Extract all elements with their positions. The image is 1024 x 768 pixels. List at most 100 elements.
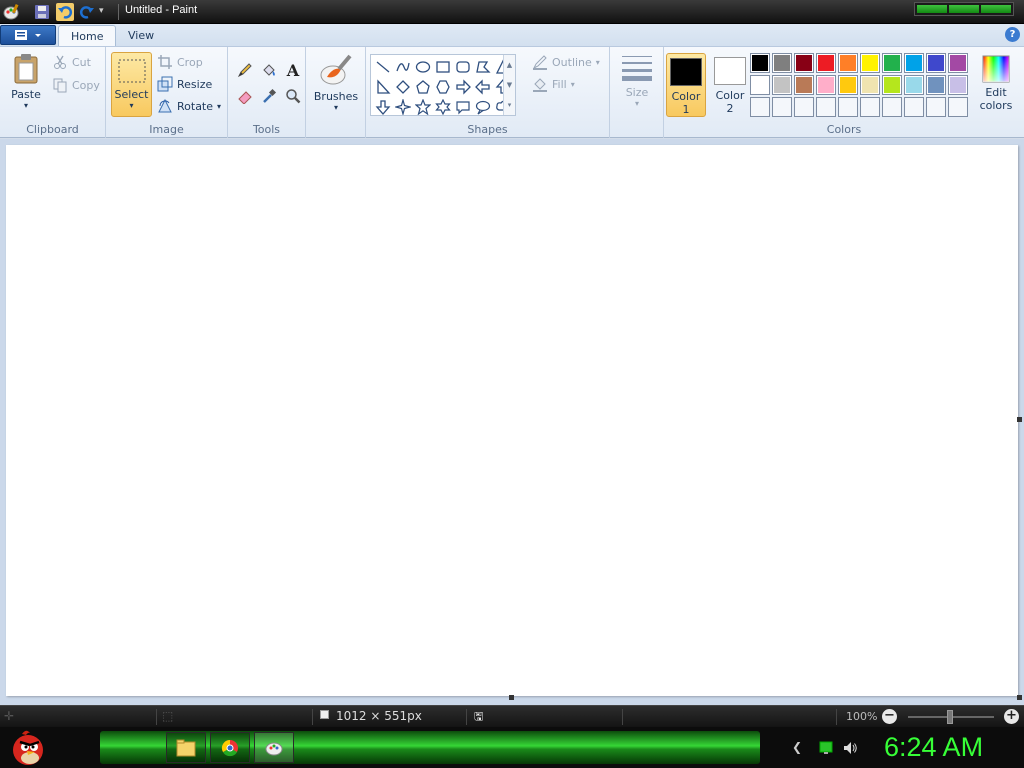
text-icon[interactable]: A [282, 59, 304, 81]
custom-color-slot[interactable] [882, 97, 902, 117]
line-shape-icon[interactable] [373, 57, 393, 77]
select-button[interactable]: Select ▾ [111, 52, 152, 117]
diamond-shape-icon[interactable] [393, 77, 413, 97]
fill-button[interactable]: Fill ▾ [532, 74, 575, 94]
maximize-button[interactable] [949, 5, 979, 13]
cut-button[interactable]: Cut [52, 52, 91, 72]
polygon-shape-icon[interactable] [473, 57, 493, 77]
custom-color-slot[interactable] [860, 97, 880, 117]
palette-swatch[interactable] [926, 53, 946, 73]
brushes-dropdown-icon[interactable]: ▾ [312, 103, 360, 112]
drawing-canvas[interactable] [6, 145, 1018, 696]
window-controls[interactable] [914, 2, 1014, 16]
fill-bucket-icon[interactable] [258, 59, 280, 81]
zoom-slider-thumb[interactable] [947, 710, 953, 724]
resize-handle-corner[interactable] [1017, 695, 1022, 700]
brushes-button[interactable]: Brushes ▾ [312, 53, 360, 112]
rounded-rectangle-shape-icon[interactable] [453, 57, 473, 77]
outline-dropdown-icon[interactable]: ▾ [596, 58, 600, 67]
palette-swatch[interactable] [904, 53, 924, 73]
palette-swatch[interactable] [926, 75, 946, 95]
undo-icon[interactable] [56, 3, 74, 21]
palette-swatch[interactable] [882, 75, 902, 95]
right-triangle-shape-icon[interactable] [373, 77, 393, 97]
taskbar-paint-button[interactable] [254, 732, 294, 763]
palette-swatch[interactable] [838, 75, 858, 95]
palette-swatch[interactable] [816, 75, 836, 95]
edit-colors-button[interactable]: Edit colors [976, 55, 1016, 112]
zoom-in-button[interactable]: + [1004, 709, 1019, 724]
pentagon-shape-icon[interactable] [413, 77, 433, 97]
eraser-icon[interactable] [234, 85, 256, 107]
palette-swatch[interactable] [794, 75, 814, 95]
paste-button[interactable]: Paste ▾ [6, 53, 46, 110]
customize-toolbar-icon[interactable]: ▾ [99, 6, 117, 24]
fill-dropdown-icon[interactable]: ▾ [571, 80, 575, 89]
paste-dropdown-icon[interactable]: ▾ [6, 101, 46, 110]
custom-color-slot[interactable] [794, 97, 814, 117]
palette-swatch[interactable] [772, 75, 792, 95]
palette-swatch[interactable] [948, 75, 968, 95]
oval-callout-shape-icon[interactable] [473, 97, 493, 117]
size-dropdown-icon[interactable]: ▾ [618, 99, 656, 108]
help-icon[interactable]: ? [1005, 27, 1020, 42]
redo-icon[interactable] [78, 3, 96, 21]
color1-button[interactable]: Color 1 [666, 53, 706, 117]
app-menu-button[interactable] [0, 25, 56, 45]
palette-swatch[interactable] [816, 53, 836, 73]
oval-shape-icon[interactable] [413, 57, 433, 77]
palette-swatch[interactable] [948, 53, 968, 73]
paint-app-icon[interactable] [2, 3, 20, 21]
select-dropdown-icon[interactable]: ▾ [112, 101, 151, 110]
palette-swatch[interactable] [750, 75, 770, 95]
taskbar-chrome-button[interactable] [210, 732, 250, 763]
outline-button[interactable]: Outline ▾ [532, 52, 600, 72]
rectangle-shape-icon[interactable] [433, 57, 453, 77]
custom-color-slot[interactable] [838, 97, 858, 117]
show-hidden-icons-button[interactable]: ❮ [792, 740, 808, 756]
volume-icon[interactable] [842, 740, 858, 756]
tab-home[interactable]: Home [58, 25, 117, 46]
rotate-dropdown-icon[interactable]: ▾ [217, 102, 221, 111]
custom-color-slot[interactable] [904, 97, 924, 117]
palette-swatch[interactable] [860, 75, 880, 95]
rounded-callout-shape-icon[interactable] [453, 97, 473, 117]
crop-button[interactable]: Crop [157, 52, 203, 72]
taskbar-clock[interactable]: 6:24 AM [884, 732, 983, 763]
color2-button[interactable]: Color 2 [710, 53, 750, 117]
palette-swatch[interactable] [772, 53, 792, 73]
resize-handle-bottom[interactable] [509, 695, 514, 700]
size-button[interactable]: Size ▾ [618, 53, 656, 108]
custom-color-slot[interactable] [772, 97, 792, 117]
close-button[interactable] [981, 5, 1011, 13]
down-arrow-shape-icon[interactable] [373, 97, 393, 117]
pencil-icon[interactable] [234, 59, 256, 81]
zoom-out-button[interactable]: − [882, 709, 897, 724]
palette-swatch[interactable] [794, 53, 814, 73]
save-icon[interactable] [33, 3, 51, 21]
copy-button[interactable]: Copy [52, 75, 100, 95]
palette-swatch[interactable] [860, 53, 880, 73]
custom-color-slot[interactable] [948, 97, 968, 117]
right-arrow-shape-icon[interactable] [453, 77, 473, 97]
five-point-star-shape-icon[interactable] [413, 97, 433, 117]
palette-swatch[interactable] [882, 53, 902, 73]
magnifier-icon[interactable] [282, 85, 304, 107]
left-arrow-shape-icon[interactable] [473, 77, 493, 97]
six-point-star-shape-icon[interactable] [433, 97, 453, 117]
shapes-scrollbar[interactable]: ▲ ▼ ▾ [503, 55, 515, 115]
taskbar-explorer-button[interactable] [166, 732, 206, 763]
four-point-star-shape-icon[interactable] [393, 97, 413, 117]
custom-color-slot[interactable] [816, 97, 836, 117]
curve-shape-icon[interactable] [393, 57, 413, 77]
start-button[interactable] [8, 728, 48, 768]
palette-swatch[interactable] [904, 75, 924, 95]
color-picker-icon[interactable] [258, 85, 280, 107]
minimize-button[interactable] [917, 5, 947, 13]
custom-color-slot[interactable] [926, 97, 946, 117]
tab-view[interactable]: View [116, 25, 166, 46]
resize-button[interactable]: Resize [157, 74, 212, 94]
rotate-button[interactable]: Rotate ▾ [157, 96, 221, 116]
resize-handle-right[interactable] [1017, 417, 1022, 422]
hexagon-shape-icon[interactable] [433, 77, 453, 97]
